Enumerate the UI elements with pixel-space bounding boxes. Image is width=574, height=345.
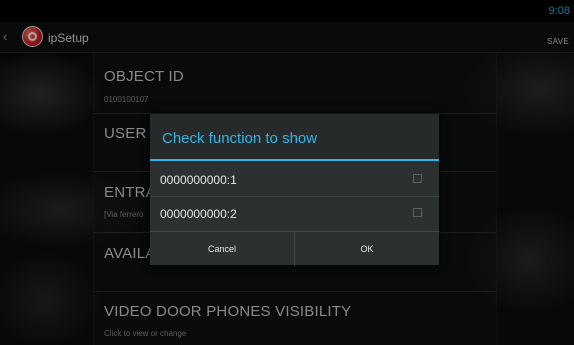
screen: 9:08 ‹ ipSetup SAVE OBJECT ID 0100100107…	[0, 0, 574, 345]
ok-button[interactable]: OK	[295, 232, 439, 266]
checkbox-icon[interactable]	[413, 174, 422, 183]
dialog-title: Check function to show	[162, 130, 318, 147]
check-function-dialog: Check function to show 0000000000:1 0000…	[150, 114, 439, 266]
dialog-header: Check function to show	[150, 114, 439, 160]
option-label: 0000000000:2	[160, 207, 237, 221]
dialog-option[interactable]: 0000000000:1	[150, 163, 439, 195]
dialog-button-bar: Cancel OK	[150, 231, 439, 266]
cancel-button[interactable]: Cancel	[150, 232, 294, 266]
dialog-option[interactable]: 0000000000:2	[150, 197, 439, 229]
option-label: 0000000000:1	[160, 173, 237, 187]
checkbox-icon[interactable]	[413, 208, 422, 217]
dialog-title-divider	[150, 159, 439, 161]
